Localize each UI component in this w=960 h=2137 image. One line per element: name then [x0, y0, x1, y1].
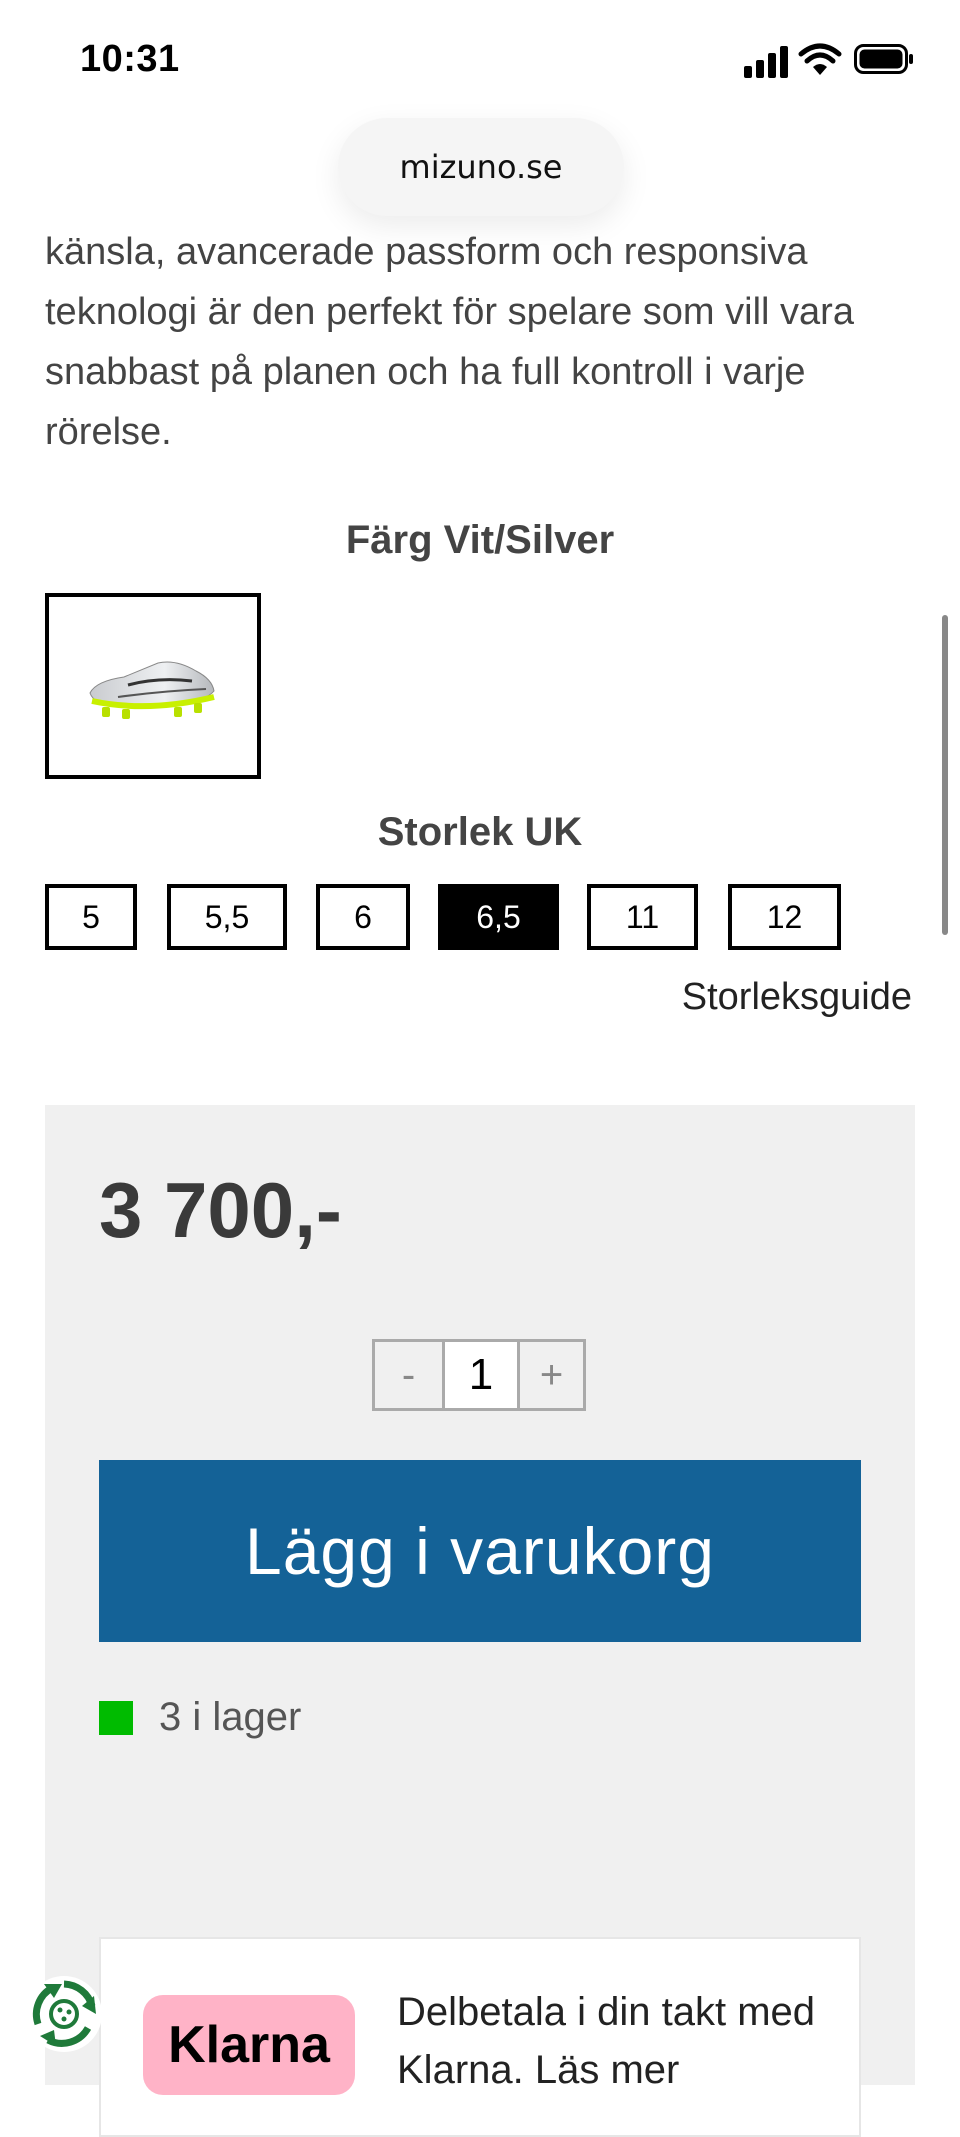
size-option-11[interactable]: 11 — [587, 884, 698, 950]
color-value: Vit/Silver — [443, 518, 615, 562]
product-description: känsla, avancerade passform och responsi… — [45, 231, 854, 453]
klarna-text: Delbetala i din takt med Klarna. Läs mer — [397, 1990, 816, 2092]
shoe-thumbnail-image — [89, 661, 215, 719]
purchase-panel: 3 700,- - 1 + Lägg i varukorg 3 i lager … — [45, 1105, 915, 2137]
url-bar[interactable]: mizuno.se — [338, 118, 624, 216]
battery-icon — [854, 44, 913, 74]
add-to-cart-button[interactable]: Lägg i varukorg — [99, 1460, 861, 1642]
size-option-6-5-selected[interactable]: 6,5 — [438, 884, 559, 950]
quantity-stepper: - 1 + — [372, 1339, 586, 1411]
wifi-icon — [798, 43, 842, 75]
size-option-5-5[interactable]: 5,5 — [167, 884, 287, 950]
status-bar: 10:31 — [0, 0, 960, 120]
url-text: mizuno.se — [399, 148, 563, 186]
signal-icon — [744, 46, 790, 78]
product-price: 3 700,- — [99, 1166, 342, 1254]
size-guide-link[interactable]: Storleksguide — [682, 976, 912, 1019]
size-selector: 5 5,5 6 6,5 11 12 — [45, 884, 925, 950]
size-label: Storlek UK — [377, 810, 583, 854]
stock-indicator-icon — [99, 1700, 133, 1735]
page-scrollbar[interactable] — [942, 615, 948, 935]
size-option-5[interactable]: 5 — [45, 884, 137, 950]
size-option-12[interactable]: 12 — [728, 884, 841, 950]
stock-status: 3 i lager — [99, 1695, 301, 1740]
color-swatch-vit-silver[interactable] — [45, 593, 261, 779]
recycle-icon[interactable] — [22, 1972, 106, 2056]
status-time: 10:31 — [80, 38, 180, 80]
size-option-6[interactable]: 6 — [316, 884, 410, 950]
stock-text: 3 i lager — [159, 1695, 302, 1739]
klarna-logo: Klarna — [143, 1995, 355, 2095]
quantity-decrease-button[interactable]: - — [375, 1342, 445, 1408]
color-label-text: Färg — [345, 518, 433, 562]
klarna-banner[interactable]: Klarna Delbetala i din takt med Klarna. … — [99, 1937, 861, 2137]
quantity-increase-button[interactable]: + — [517, 1342, 583, 1408]
quantity-input[interactable]: 1 — [445, 1342, 517, 1408]
color-label: Färg Vit/Silver — [0, 518, 960, 563]
